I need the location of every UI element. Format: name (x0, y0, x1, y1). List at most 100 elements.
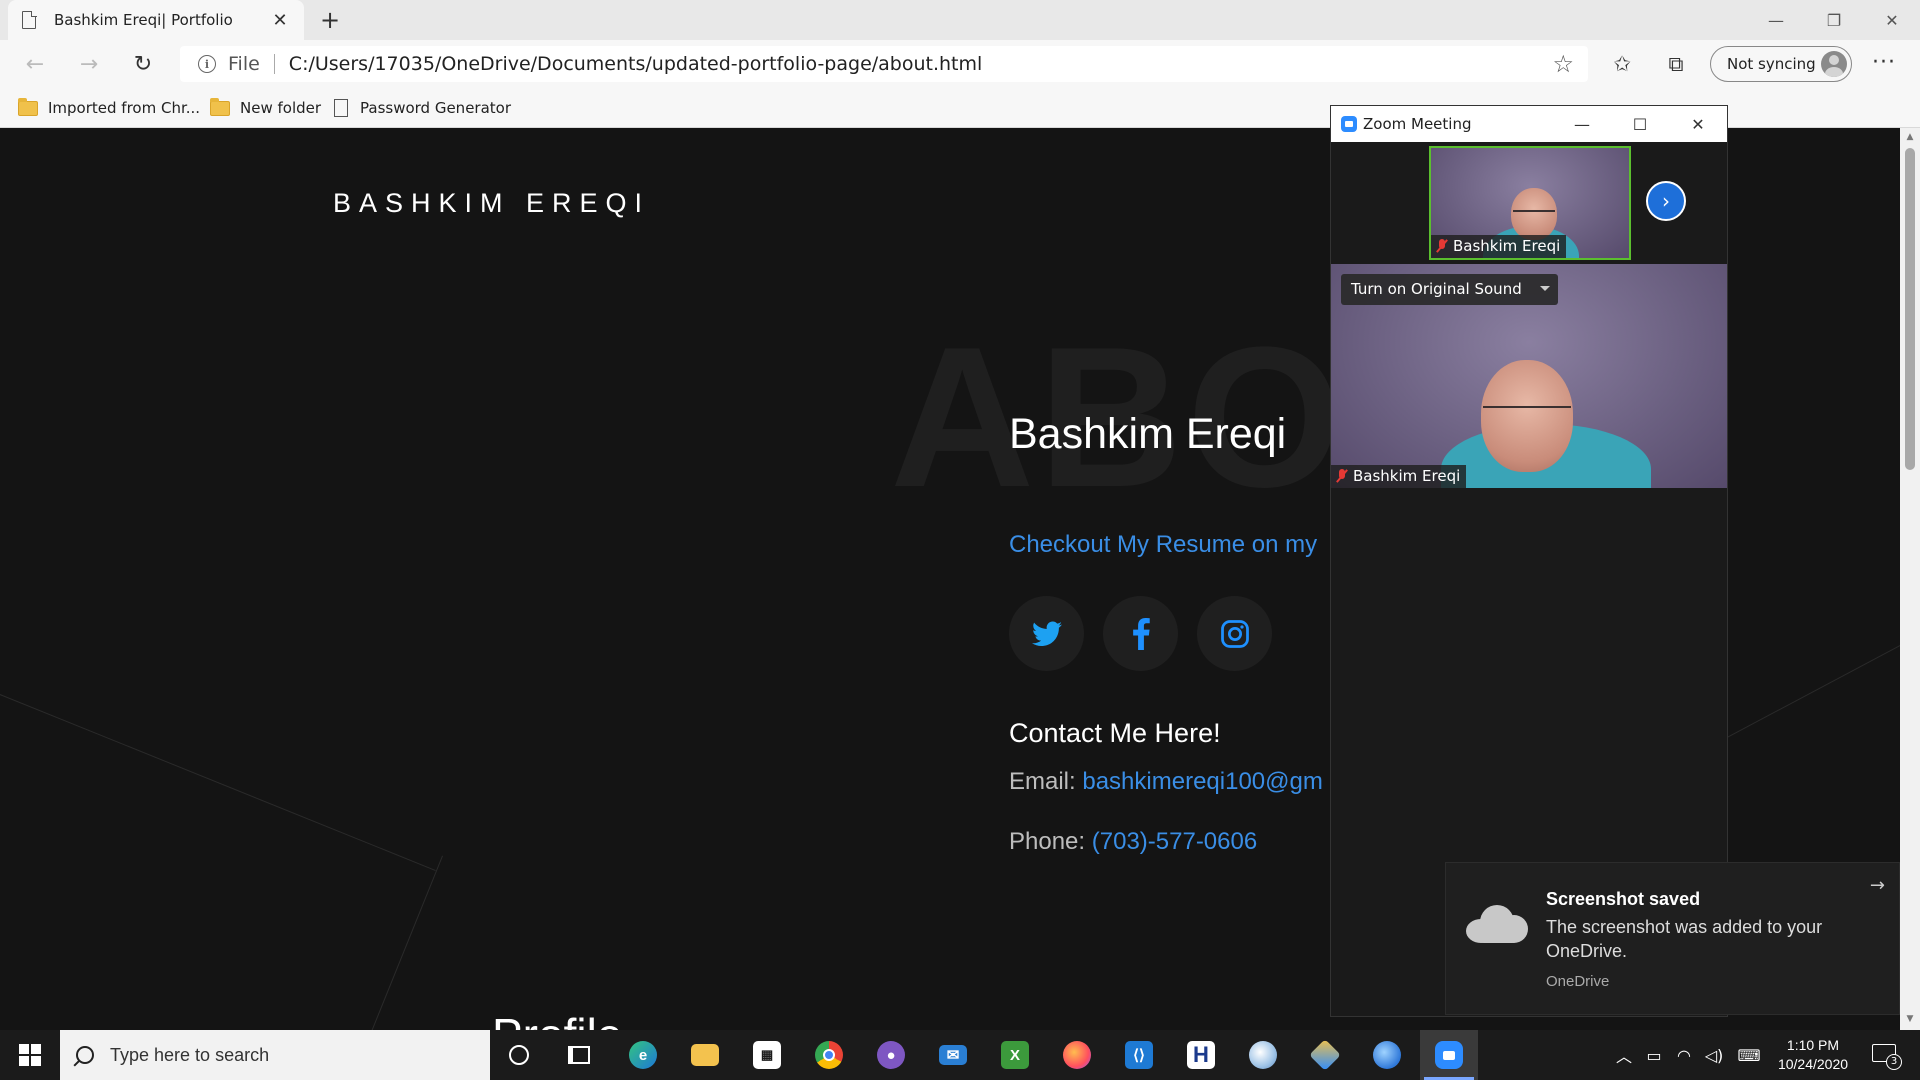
twitter-icon (1031, 621, 1062, 646)
volume-icon[interactable]: ◁) (1700, 1030, 1728, 1080)
tab-title: Bashkim Ereqi| Portfolio (54, 11, 233, 29)
new-tab-button[interactable]: + (316, 6, 344, 34)
browser-titlebar: Bashkim Ereqi| Portfolio ✕ + — ❐ ✕ (0, 0, 1920, 40)
tab-close-icon[interactable]: ✕ (270, 10, 290, 31)
facebook-button[interactable] (1103, 596, 1178, 671)
forward-arrow-icon[interactable]: → (74, 49, 104, 79)
instagram-button[interactable] (1197, 596, 1272, 671)
favorite-star-icon[interactable]: ☆ (1552, 50, 1574, 78)
taskbar-search-input[interactable]: Type here to search (60, 1030, 490, 1080)
browser-tab[interactable]: Bashkim Ereqi| Portfolio ✕ (8, 0, 304, 40)
favorites-icon[interactable]: ✩ (1608, 50, 1636, 78)
next-page-arrow-icon[interactable]: › (1646, 181, 1686, 221)
palette-icon (1249, 1041, 1277, 1069)
battery-icon[interactable]: ▭ (1640, 1030, 1668, 1080)
participant-video-main[interactable]: Turn on Original Sound Bashkim Ereqi (1331, 264, 1727, 488)
system-clock[interactable]: 1:10 PM 10/24/2020 (1768, 1036, 1858, 1074)
clock-time: 1:10 PM (1786, 1037, 1840, 1053)
minimize-button[interactable]: — (1748, 0, 1804, 40)
page-scrollbar[interactable]: ▲ ▼ (1900, 128, 1920, 1030)
start-button[interactable] (0, 1030, 60, 1080)
address-divider (273, 54, 275, 74)
refresh-icon[interactable]: ↻ (128, 49, 158, 79)
bookmark-label: New folder (240, 99, 322, 117)
zoom-close-button[interactable]: ✕ (1669, 106, 1727, 142)
chevron-up-icon[interactable]: ︿ (1612, 1030, 1636, 1080)
info-icon[interactable]: i (198, 55, 216, 73)
twitter-button[interactable] (1009, 596, 1084, 671)
taskbar-git[interactable] (1296, 1030, 1354, 1080)
folder-icon (18, 97, 38, 116)
taskbar-thunderbird[interactable] (1358, 1030, 1416, 1080)
page-title: Bashkim Ereqi (1009, 410, 1287, 458)
resume-link[interactable]: Checkout My Resume on my (1009, 531, 1317, 559)
zoom-logo-icon (1341, 116, 1357, 132)
taskbar-excel[interactable]: X (986, 1030, 1044, 1080)
scroll-up-icon[interactable]: ▲ (1904, 132, 1916, 142)
scroll-thumb[interactable] (1905, 148, 1915, 470)
original-sound-button[interactable]: Turn on Original Sound (1341, 274, 1558, 305)
zoom-titlebar: Zoom Meeting — ☐ ✕ (1331, 106, 1727, 142)
wifi-icon[interactable]: ◠ (1670, 1030, 1698, 1080)
phone-label: Phone: (1009, 828, 1086, 855)
bookmark-new-folder[interactable]: New folder (210, 96, 321, 120)
decorative-line (367, 855, 443, 1030)
sync-profile-button[interactable]: Not syncing (1710, 46, 1852, 82)
email-link[interactable]: bashkimereqi100@gm (1082, 768, 1322, 795)
taskbar-zoom[interactable] (1420, 1030, 1478, 1080)
sync-label: Not syncing (1727, 55, 1816, 73)
keyboard-icon[interactable]: ⌨ (1734, 1030, 1764, 1080)
task-view-icon (568, 1046, 590, 1064)
taskbar-firefox[interactable] (1048, 1030, 1106, 1080)
back-arrow-icon[interactable]: ← (20, 49, 50, 79)
decorative-line (0, 694, 436, 871)
close-window-button[interactable]: ✕ (1864, 0, 1920, 40)
action-center-button[interactable]: 3 (1868, 1040, 1902, 1070)
participant-name: Bashkim Ereqi (1453, 237, 1561, 255)
email-label: Email: (1009, 768, 1076, 795)
page-icon (334, 99, 348, 117)
document-icon (22, 10, 37, 29)
chrome-icon (815, 1041, 843, 1069)
spreadsheet-icon: X (1001, 1041, 1029, 1069)
cortana-button[interactable] (490, 1030, 548, 1080)
scroll-down-icon[interactable]: ▼ (1904, 1014, 1916, 1024)
taskbar-mail[interactable]: ✉ (924, 1030, 982, 1080)
collections-icon[interactable]: ⧉ (1662, 50, 1690, 78)
zoom-maximize-button[interactable]: ☐ (1611, 106, 1669, 142)
url-text[interactable]: C:/Users/17035/OneDrive/Documents/update… (289, 53, 983, 75)
phone-link[interactable]: (703)-577-0606 (1092, 828, 1257, 855)
restore-button[interactable]: ❐ (1806, 0, 1862, 40)
instagram-icon (1220, 619, 1249, 648)
zoom-minimize-button[interactable]: — (1553, 106, 1611, 142)
taskbar-h-app[interactable]: H (1172, 1030, 1230, 1080)
zoom-icon (1435, 1041, 1463, 1069)
site-logo[interactable]: BASHKIM EREQI (333, 188, 650, 219)
taskbar-github[interactable]: ● (862, 1030, 920, 1080)
taskbar-chrome[interactable] (800, 1030, 858, 1080)
taskbar-edge[interactable]: e (614, 1030, 672, 1080)
onedrive-notification[interactable]: Screenshot saved The screenshot was adde… (1445, 862, 1900, 1015)
folder-icon (210, 97, 230, 116)
expand-arrow-icon[interactable]: → (1870, 875, 1885, 896)
chevron-down-icon[interactable] (1539, 286, 1550, 291)
store-icon: ▦ (753, 1041, 781, 1069)
bookmark-label: Imported from Chr... (48, 99, 201, 117)
thunderbird-icon (1373, 1041, 1401, 1069)
clock-date: 10/24/2020 (1777, 1056, 1849, 1072)
bookmark-imported[interactable]: Imported from Chr... (18, 96, 200, 120)
more-options-icon[interactable]: ··· (1872, 50, 1896, 75)
taskbar-vscode[interactable]: ⟨⟩ (1110, 1030, 1168, 1080)
address-bar[interactable]: i File C:/Users/17035/OneDrive/Documents… (180, 46, 1588, 82)
github-icon: ● (877, 1041, 905, 1069)
taskbar-paint[interactable] (1234, 1030, 1292, 1080)
task-view-button[interactable] (550, 1030, 608, 1080)
participant-name-tag: Bashkim Ereqi (1331, 465, 1467, 488)
notification-count: 3 (1886, 1054, 1902, 1070)
participant-video-thumbnail[interactable]: Bashkim Ereqi (1429, 146, 1631, 260)
taskbar-file-explorer[interactable] (676, 1030, 734, 1080)
bookmark-password-generator[interactable]: Password Generator (334, 96, 511, 120)
bookmark-label: Password Generator (360, 99, 512, 117)
taskbar-store[interactable]: ▦ (738, 1030, 796, 1080)
mic-muted-icon (1436, 239, 1448, 253)
